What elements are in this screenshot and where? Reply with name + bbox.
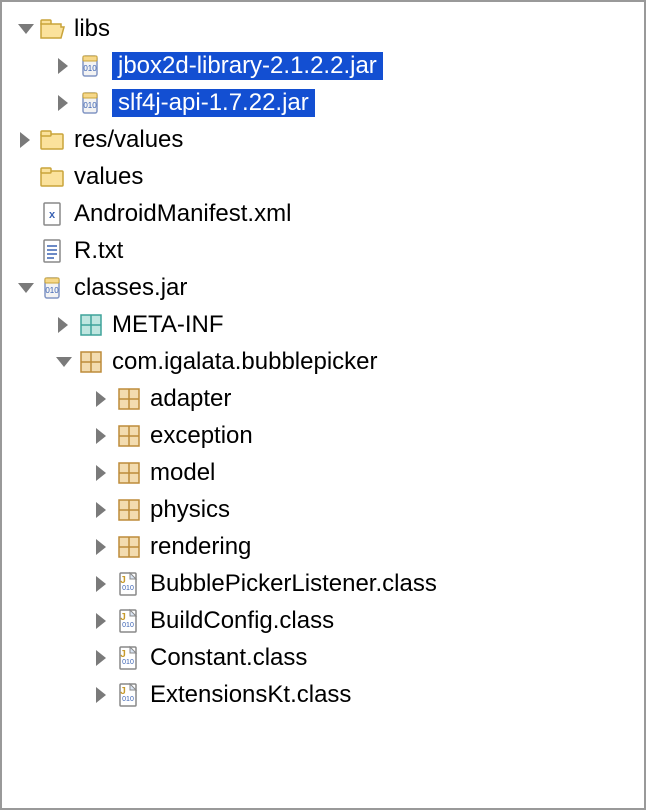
package-icon — [78, 349, 104, 375]
tree-item-label: res/values — [74, 128, 183, 152]
tree-item-label: jbox2d-library-2.1.2.2.jar — [112, 52, 383, 80]
tree-item-label: values — [74, 165, 143, 189]
jar-icon — [78, 90, 104, 116]
tree-item-label: slf4j-api-1.7.22.jar — [112, 89, 315, 117]
file-android-manifest[interactable]: AndroidManifest.xml — [8, 195, 638, 232]
xml-icon — [40, 201, 66, 227]
class-icon — [116, 608, 142, 634]
folder-values[interactable]: values — [8, 158, 638, 195]
file-r-txt[interactable]: R.txt — [8, 232, 638, 269]
class-icon — [116, 682, 142, 708]
chevron-right-icon[interactable] — [54, 315, 74, 335]
chevron-down-icon[interactable] — [54, 352, 74, 372]
chevron-right-icon[interactable] — [92, 463, 112, 483]
spacer — [16, 167, 36, 187]
package-icon — [116, 534, 142, 560]
jar-classes[interactable]: classes.jar — [8, 269, 638, 306]
chevron-right-icon[interactable] — [92, 426, 112, 446]
package-root-icon — [78, 312, 104, 338]
tree-item-label: BubblePickerListener.class — [150, 572, 437, 596]
chevron-right-icon[interactable] — [92, 537, 112, 557]
package-physics[interactable]: physics — [8, 491, 638, 528]
jar-icon — [78, 53, 104, 79]
folder-open-icon — [40, 16, 66, 42]
tree-item-label: model — [150, 461, 215, 485]
tree-item-label: adapter — [150, 387, 231, 411]
class-bubblepickerlistener[interactable]: BubblePickerListener.class — [8, 565, 638, 602]
package-exception[interactable]: exception — [8, 417, 638, 454]
tree-item-label: BuildConfig.class — [150, 609, 334, 633]
chevron-right-icon[interactable] — [92, 648, 112, 668]
tree-item-label: rendering — [150, 535, 251, 559]
txt-icon — [40, 238, 66, 264]
package-icon — [116, 497, 142, 523]
tree-item-label: physics — [150, 498, 230, 522]
package-model[interactable]: model — [8, 454, 638, 491]
chevron-right-icon[interactable] — [92, 685, 112, 705]
chevron-right-icon[interactable] — [92, 500, 112, 520]
folder-res-values[interactable]: res/values — [8, 121, 638, 158]
class-icon — [116, 571, 142, 597]
package-icon — [116, 386, 142, 412]
chevron-down-icon[interactable] — [16, 19, 36, 39]
tree-item-label: com.igalata.bubblepicker — [112, 350, 378, 374]
chevron-right-icon[interactable] — [92, 389, 112, 409]
package-rendering[interactable]: rendering — [8, 528, 638, 565]
project-tree[interactable]: libsjbox2d-library-2.1.2.2.jar slf4j-api-… — [8, 10, 638, 713]
jar-jbox2d[interactable]: jbox2d-library-2.1.2.2.jar — [8, 47, 638, 84]
package-meta-inf[interactable]: META-INF — [8, 306, 638, 343]
chevron-right-icon[interactable] — [16, 130, 36, 150]
folder-icon — [40, 164, 66, 190]
tree-item-label: META-INF — [112, 313, 224, 337]
package-adapter[interactable]: adapter — [8, 380, 638, 417]
spacer — [16, 204, 36, 224]
class-icon — [116, 645, 142, 671]
tree-item-label: libs — [74, 17, 110, 41]
tree-item-label: AndroidManifest.xml — [74, 202, 291, 226]
folder-icon — [40, 127, 66, 153]
jar-icon — [40, 275, 66, 301]
package-icon — [116, 460, 142, 486]
jar-slf4j[interactable]: slf4j-api-1.7.22.jar — [8, 84, 638, 121]
chevron-right-icon[interactable] — [92, 574, 112, 594]
class-extensionskt[interactable]: ExtensionsKt.class — [8, 676, 638, 713]
chevron-down-icon[interactable] — [16, 278, 36, 298]
package-icon — [116, 423, 142, 449]
folder-libs[interactable]: libs — [8, 10, 638, 47]
chevron-right-icon[interactable] — [54, 93, 74, 113]
chevron-right-icon[interactable] — [54, 56, 74, 76]
chevron-right-icon[interactable] — [92, 611, 112, 631]
spacer — [16, 241, 36, 261]
tree-item-label: Constant.class — [150, 646, 307, 670]
tree-item-label: R.txt — [74, 239, 123, 263]
class-buildconfig[interactable]: BuildConfig.class — [8, 602, 638, 639]
package-com-igalata-bubblepicker[interactable]: com.igalata.bubblepicker — [8, 343, 638, 380]
project-tree-panel: libsjbox2d-library-2.1.2.2.jar slf4j-api-… — [0, 0, 646, 810]
tree-item-label: exception — [150, 424, 253, 448]
tree-item-label: classes.jar — [74, 276, 187, 300]
tree-item-label: ExtensionsKt.class — [150, 683, 351, 707]
class-constant[interactable]: Constant.class — [8, 639, 638, 676]
